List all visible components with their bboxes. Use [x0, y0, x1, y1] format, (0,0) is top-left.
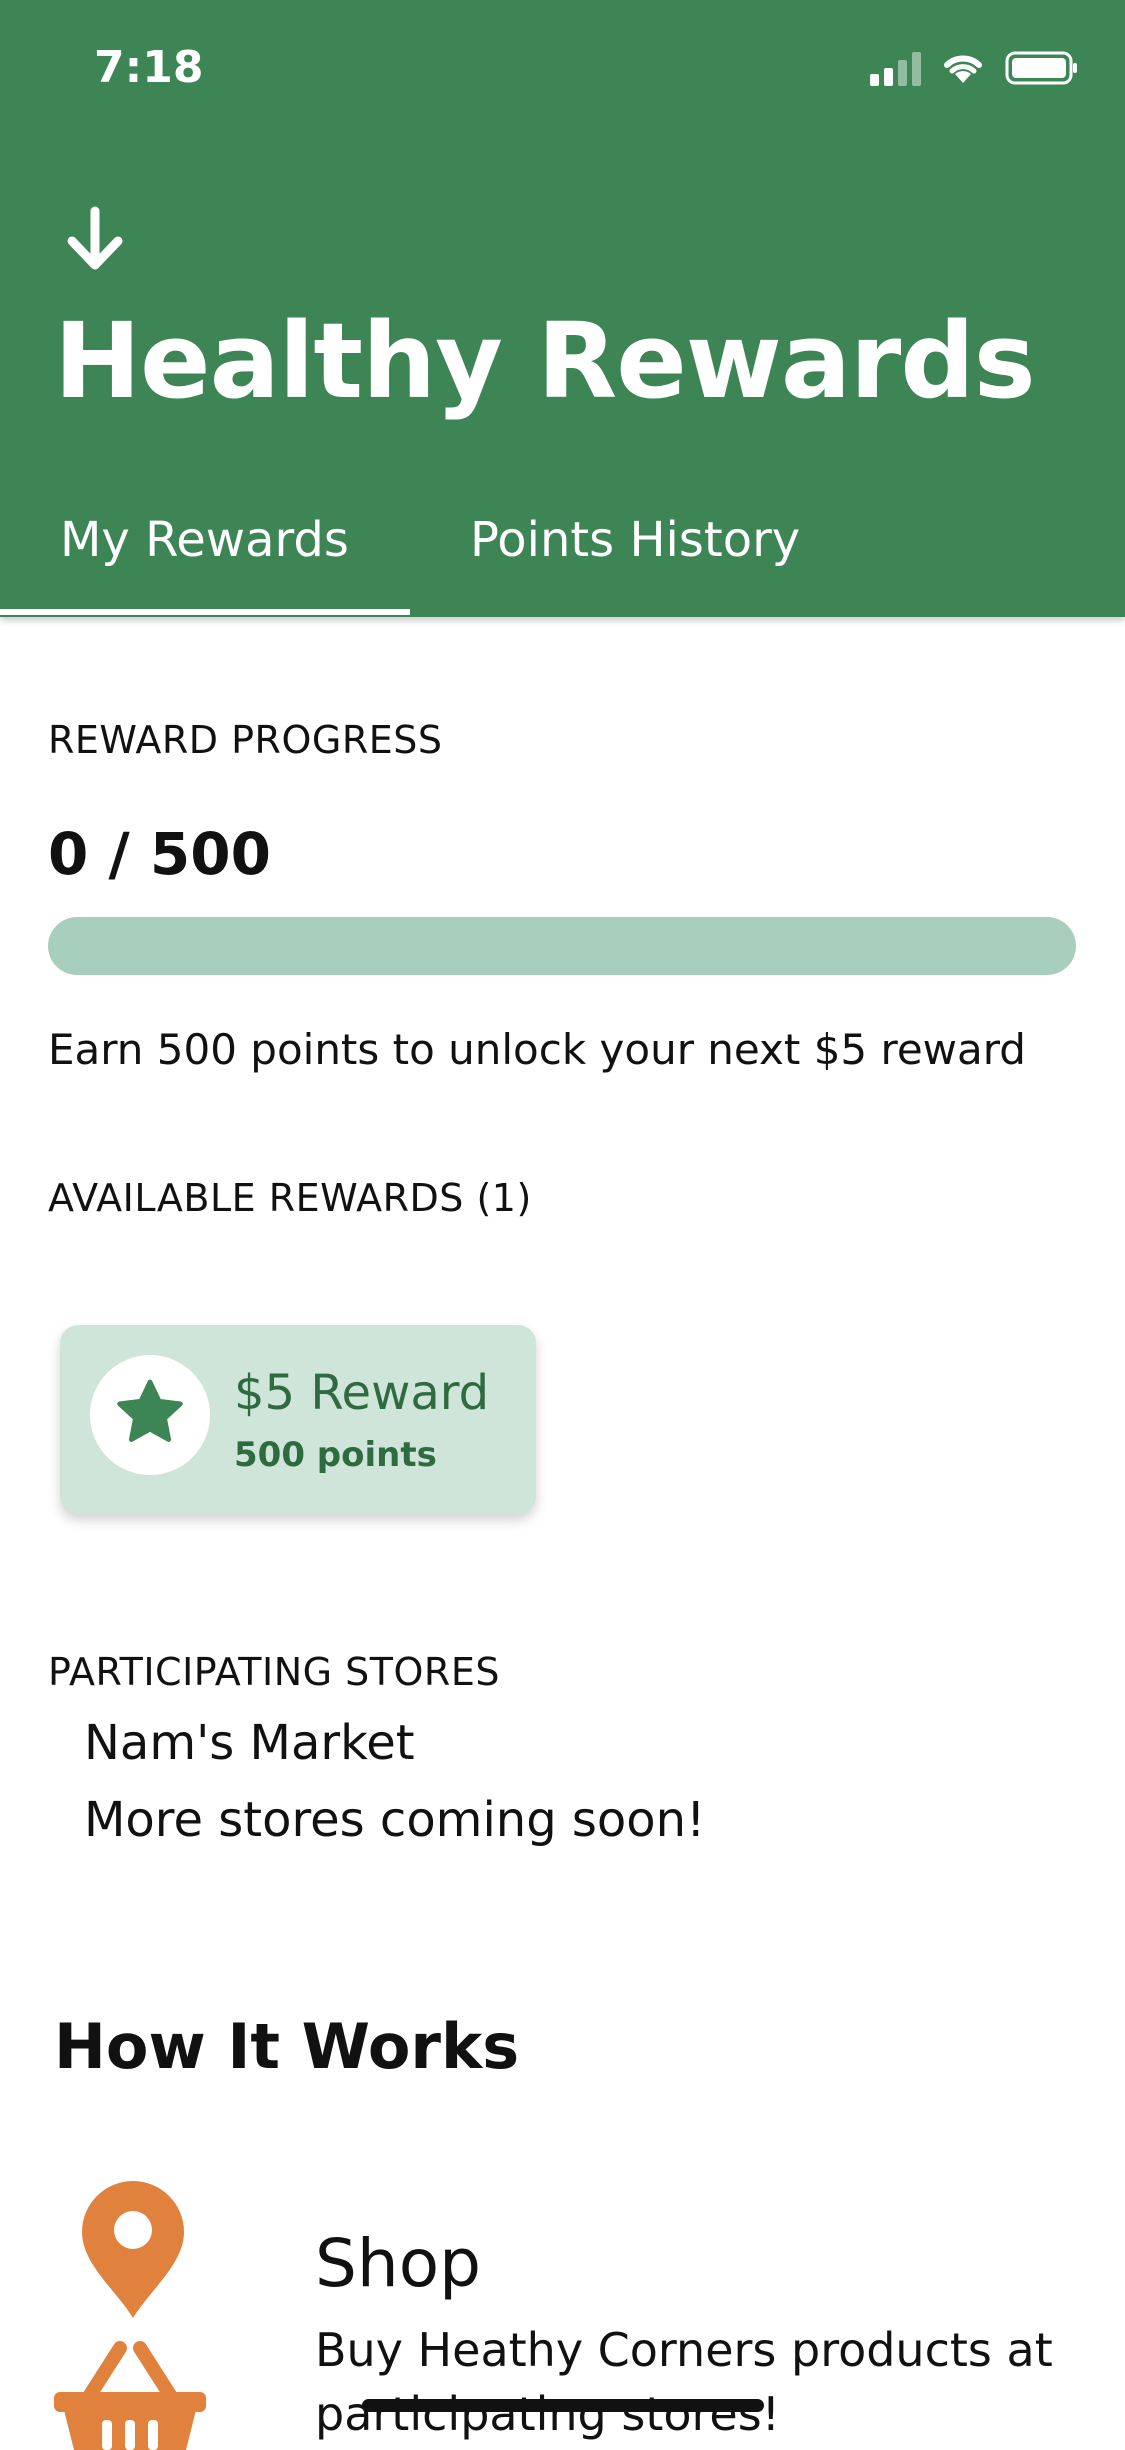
progress-message: Earn 500 points to unlock your next $5 r…: [48, 1025, 1026, 1074]
shopping-basket-icon: [54, 2341, 206, 2450]
participating-stores-label: PARTICIPATING STORES: [48, 1650, 500, 1694]
arrow-down-icon[interactable]: [60, 205, 130, 275]
step-title: Shop: [315, 2225, 481, 2302]
page-title: Healthy Rewards: [54, 300, 1036, 422]
step-description: Buy Heathy Corners products at participa…: [315, 2323, 1053, 2441]
reward-title: $5 Reward: [234, 1365, 490, 1421]
tab-my-rewards[interactable]: My Rewards: [60, 512, 349, 568]
status-icons: [870, 48, 1079, 88]
progress-bar: [48, 917, 1076, 975]
how-it-works-title: How It Works: [54, 2010, 520, 2083]
cellular-signal-icon: [870, 50, 921, 86]
location-pin-icon: [82, 2181, 184, 2318]
star-icon: [117, 1379, 183, 1442]
available-rewards-label: AVAILABLE REWARDS (1): [48, 1176, 532, 1220]
tab-points-history[interactable]: Points History: [470, 512, 800, 568]
store-item: More stores coming soon!: [84, 1792, 706, 1848]
home-indicator[interactable]: [362, 2399, 764, 2412]
active-tab-indicator: [0, 609, 410, 615]
reward-progress-label: REWARD PROGRESS: [48, 718, 443, 762]
wifi-icon: [944, 55, 982, 83]
battery-icon: [1005, 51, 1077, 85]
reward-icon-badge: [90, 1355, 210, 1475]
progress-value: 0 / 500: [48, 820, 271, 888]
reward-points: 500 points: [234, 1435, 437, 1475]
reward-card[interactable]: $5 Reward 500 points: [60, 1325, 536, 1514]
status-time: 7:18: [94, 42, 204, 93]
store-item: Nam's Market: [84, 1715, 415, 1771]
app-header: 7:18 Healthy Rewards My Rewards Points H…: [0, 0, 1125, 617]
